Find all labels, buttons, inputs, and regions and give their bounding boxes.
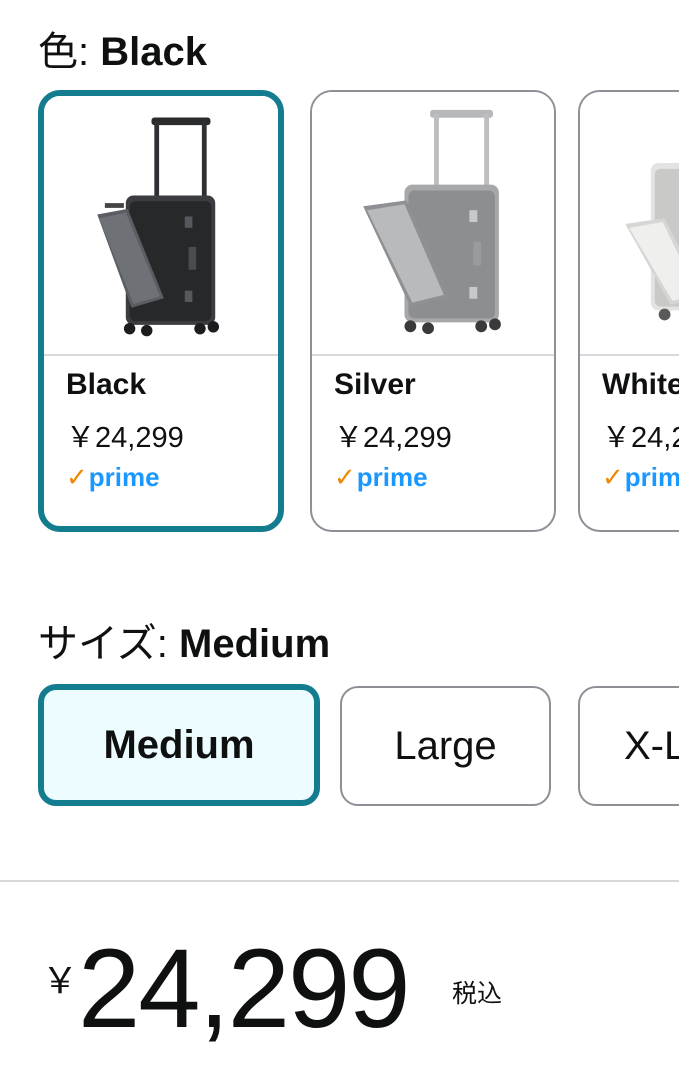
product-variation-panel: 色: Black Black ￥24,299 ✓prime Silver ￥24… bbox=[0, 0, 679, 1080]
prime-check-icon: ✓ bbox=[602, 462, 624, 492]
prime-badge: ✓prime bbox=[602, 462, 679, 493]
color-selection-label: 色: Black bbox=[38, 28, 207, 76]
color-swatch-black[interactable]: Black ￥24,299 ✓prime bbox=[38, 90, 284, 532]
price-display: ￥ 24,299 税込 bbox=[40, 926, 660, 1051]
price-currency-symbol: ￥ bbox=[42, 960, 79, 1001]
product-image-silver bbox=[312, 92, 554, 356]
product-image-white bbox=[580, 92, 679, 356]
prime-text: prime bbox=[624, 462, 679, 492]
prime-badge: ✓prime bbox=[66, 462, 160, 493]
prime-text: prime bbox=[356, 462, 428, 492]
size-option-medium[interactable]: Medium bbox=[38, 684, 320, 806]
price-amount: 24,299 bbox=[78, 926, 411, 1051]
prime-check-icon: ✓ bbox=[66, 462, 88, 492]
prime-check-icon: ✓ bbox=[334, 462, 356, 492]
tax-included-note: 税込 bbox=[452, 980, 503, 1008]
size-option-xlarge[interactable]: X-Large bbox=[578, 686, 679, 806]
suitcase-image bbox=[625, 162, 679, 321]
prime-badge: ✓prime bbox=[334, 462, 428, 493]
size-option-large[interactable]: Large bbox=[340, 686, 551, 806]
swatch-price: ￥24,299 bbox=[602, 422, 679, 454]
suitcase-image bbox=[97, 117, 220, 337]
swatch-price: ￥24,299 bbox=[66, 422, 184, 454]
color-label-value: Black bbox=[100, 30, 207, 74]
swatch-name: White bbox=[602, 368, 679, 401]
size-label-value: Medium bbox=[179, 622, 331, 666]
size-selection-label: サイズ: Medium bbox=[38, 620, 330, 668]
size-option-row: Medium Large X-Large bbox=[0, 684, 679, 810]
color-swatch-white[interactable]: White ￥24,299 ✓prime bbox=[578, 90, 679, 532]
swatch-name: Black bbox=[66, 368, 147, 401]
product-image-black bbox=[44, 96, 278, 356]
suitcase-image bbox=[363, 109, 501, 335]
section-divider bbox=[0, 880, 679, 882]
swatch-price: ￥24,299 bbox=[334, 422, 452, 454]
color-swatch-silver[interactable]: Silver ￥24,299 ✓prime bbox=[310, 90, 556, 532]
prime-text: prime bbox=[88, 462, 160, 492]
color-label-key: 色: bbox=[38, 30, 90, 74]
size-label-key: サイズ: bbox=[38, 622, 168, 666]
color-swatch-row: Black ￥24,299 ✓prime Silver ￥24,299 ✓pri… bbox=[0, 90, 679, 536]
swatch-name: Silver bbox=[334, 368, 416, 401]
